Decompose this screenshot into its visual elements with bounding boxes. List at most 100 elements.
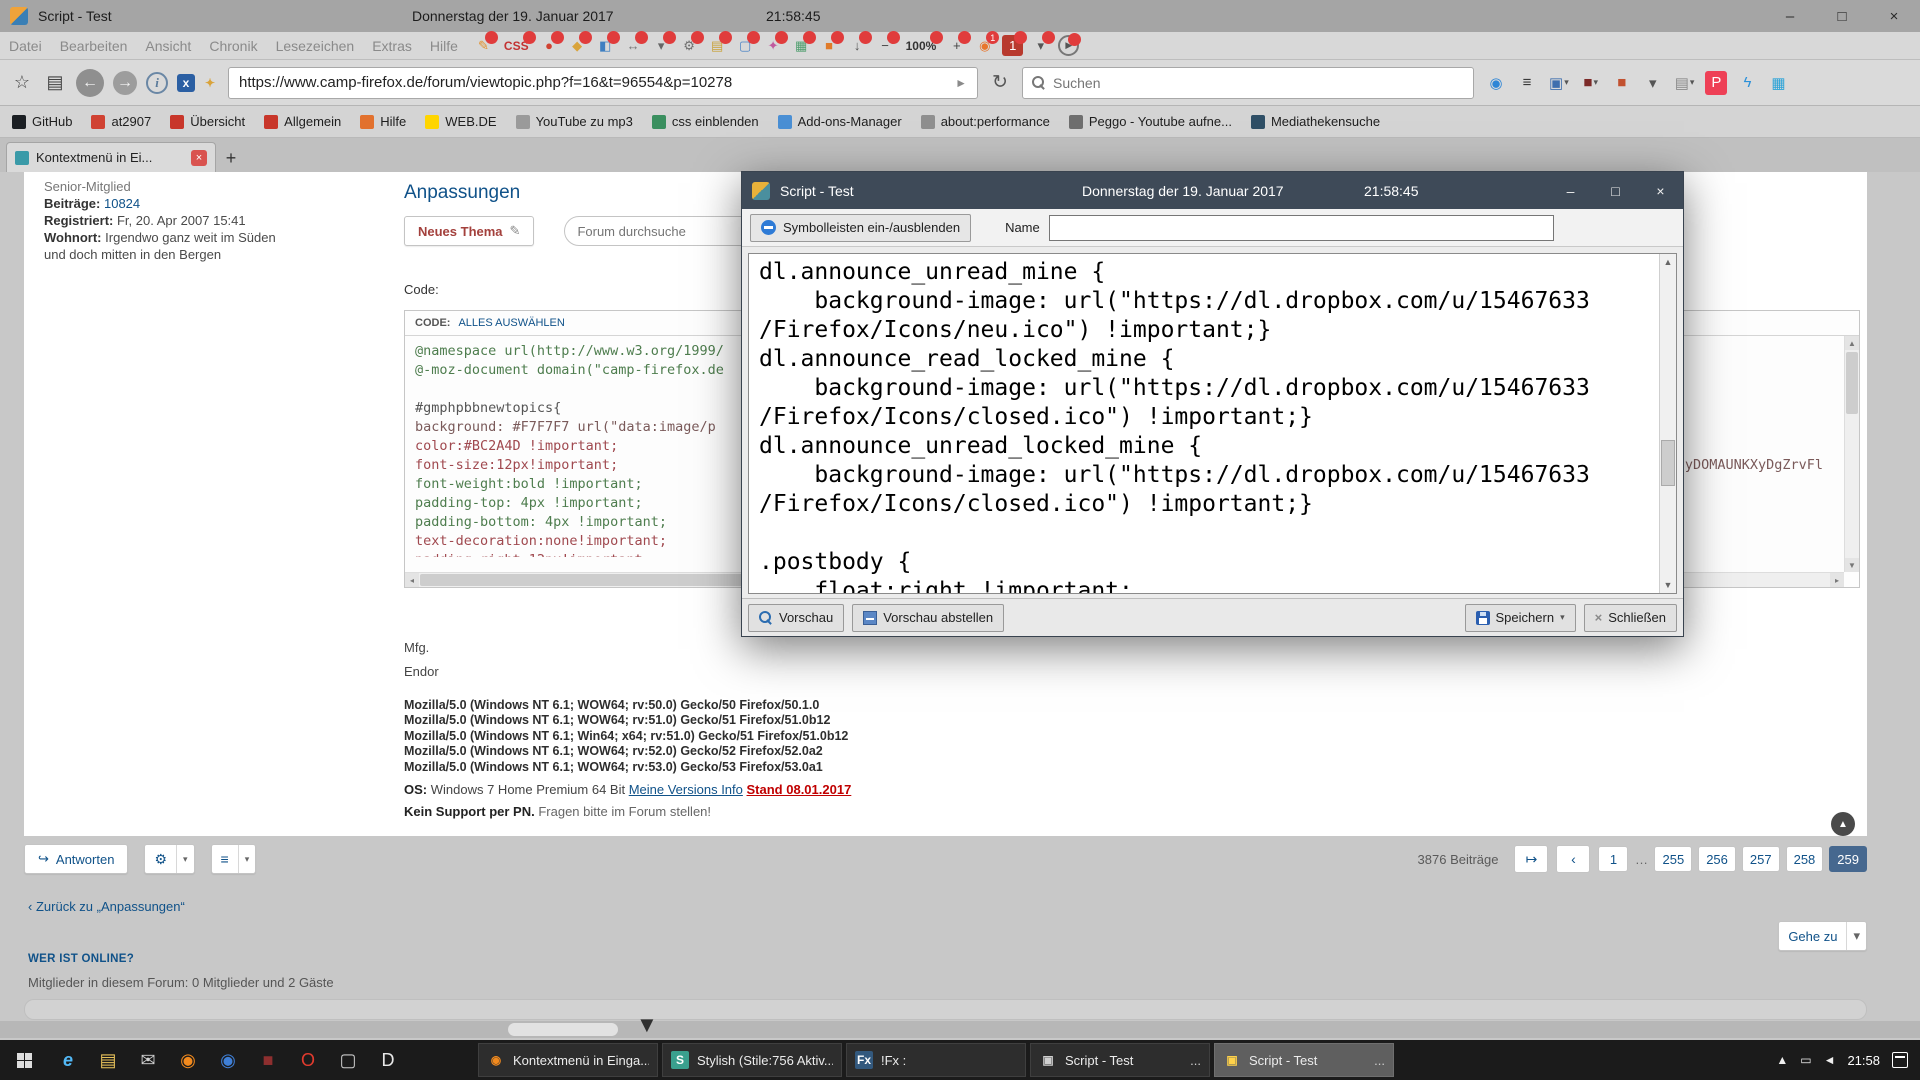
- taskbar-explorer-icon[interactable]: ▤: [88, 1040, 128, 1080]
- editor-scrollbar[interactable]: ▲ ▼: [1659, 254, 1676, 593]
- taskbar-thunderbird-icon[interactable]: ◉: [208, 1040, 248, 1080]
- taskbar-media-icon[interactable]: ■: [248, 1040, 288, 1080]
- extension-x-icon[interactable]: x: [177, 74, 195, 92]
- reply-button[interactable]: ↪ Antworten: [24, 844, 128, 874]
- task-fx[interactable]: Fx !Fx :: [846, 1043, 1026, 1077]
- menu-item[interactable]: Hilfe: [421, 38, 467, 54]
- editor-scroll-down-icon[interactable]: ▼: [1660, 577, 1676, 593]
- toggle-toolbars-button[interactable]: Symbolleisten ein-/ausblenden: [750, 214, 971, 242]
- taskbar-opera-icon[interactable]: O: [288, 1040, 328, 1080]
- page-button[interactable]: 1: [1598, 846, 1628, 872]
- bookmark-item[interactable]: Mediathekensuche: [1251, 114, 1380, 129]
- tray-volume-icon[interactable]: ◄: [1824, 1053, 1836, 1067]
- menu-item[interactable]: Datei: [0, 38, 51, 54]
- clipboard-icon[interactable]: ▤▾: [1673, 71, 1697, 95]
- palette-icon[interactable]: ✦: [763, 35, 784, 56]
- bookmark-item[interactable]: Add-ons-Manager: [778, 114, 902, 129]
- tab-close-icon[interactable]: ×: [191, 150, 207, 166]
- taskbar-firefox-icon[interactable]: ◉: [168, 1040, 208, 1080]
- browser-horizontal-scrollbar[interactable]: [0, 1021, 1920, 1038]
- scroll-left-icon[interactable]: ◂: [405, 573, 419, 587]
- grid-app-icon[interactable]: ▦: [1767, 71, 1789, 95]
- bookmark-item[interactable]: Hilfe: [360, 114, 406, 129]
- new-tab-button[interactable]: +: [216, 144, 246, 172]
- editor-code[interactable]: dl.announce_unread_mine { background-ima…: [749, 256, 1659, 594]
- preview-off-button[interactable]: Vorschau abstellen: [852, 604, 1004, 632]
- minimize-button[interactable]: –: [1764, 0, 1816, 32]
- scroll-up-icon[interactable]: ▲: [1845, 336, 1859, 350]
- menu-item[interactable]: Bearbeiten: [51, 38, 137, 54]
- shield-caret-icon[interactable]: ▾: [1030, 35, 1051, 56]
- close-dialog-button[interactable]: × Schließen: [1584, 604, 1677, 632]
- who-is-online-header[interactable]: WER IST ONLINE?: [28, 953, 134, 965]
- scroll-down-icon[interactable]: ▼: [1845, 558, 1859, 572]
- style-name-input[interactable]: [1049, 215, 1554, 241]
- reload-button[interactable]: ↻: [987, 71, 1013, 94]
- tray-expand-icon[interactable]: ▲: [1776, 1053, 1788, 1067]
- grid-table-icon[interactable]: ▦: [791, 35, 812, 56]
- editor-scroll-up-icon[interactable]: ▲: [1660, 254, 1676, 270]
- goto-caret-icon[interactable]: ▾: [1846, 922, 1866, 950]
- goto-button[interactable]: Gehe zu ▾: [1778, 921, 1867, 951]
- taskbar-mail-icon[interactable]: ✉: [128, 1040, 168, 1080]
- code-vscroll-thumb[interactable]: [1846, 352, 1858, 414]
- session-manager-icon[interactable]: ▣▾: [1547, 71, 1571, 95]
- edit-style-pencil-icon[interactable]: ✎: [473, 35, 494, 56]
- hamburger-menu-icon[interactable]: ≡: [1516, 71, 1538, 95]
- page-button[interactable]: 255: [1654, 846, 1692, 872]
- search-bar[interactable]: [1022, 67, 1474, 99]
- settings-gear-icon[interactable]: ⚙: [679, 35, 700, 56]
- sort-button[interactable]: ≡ ▾: [211, 844, 257, 874]
- search-input[interactable]: [1053, 75, 1464, 91]
- css-code-editor[interactable]: dl.announce_unread_mine { background-ima…: [748, 253, 1677, 594]
- jump-to-page-button[interactable]: ↦: [1514, 845, 1548, 873]
- menu-item[interactable]: Chronik: [200, 38, 266, 54]
- css-toggle-button[interactable]: CSS: [501, 35, 532, 56]
- sync-globe-icon[interactable]: ◉: [1485, 71, 1507, 95]
- overflow-caret-icon[interactable]: ▾: [1642, 71, 1664, 95]
- action-center-icon[interactable]: [1892, 1052, 1908, 1068]
- back-to-forum-link[interactable]: Zurück zu „Anpassungen“: [36, 899, 185, 914]
- code-vertical-scrollbar[interactable]: ▲ ▼: [1844, 336, 1859, 572]
- previous-page-button[interactable]: ‹: [1556, 845, 1590, 873]
- bookmark-item[interactable]: Allgemein: [264, 114, 341, 129]
- dialog-titlebar[interactable]: Script - Test Donnerstag der 19. Januar …: [742, 172, 1683, 209]
- key-icon[interactable]: ◆: [567, 35, 588, 56]
- shield-icon[interactable]: 1: [1002, 35, 1023, 56]
- close-button[interactable]: ×: [1868, 0, 1920, 32]
- bookmark-star-icon[interactable]: ☆: [10, 72, 34, 93]
- url-bar[interactable]: ►: [228, 67, 978, 99]
- zoom-level[interactable]: 100%: [903, 35, 940, 56]
- window-titlebar[interactable]: Script - Test Donnerstag der 19. Januar …: [0, 0, 1920, 32]
- page-button[interactable]: 259: [1829, 846, 1867, 872]
- dialog-close-button[interactable]: ×: [1638, 172, 1683, 209]
- start-button[interactable]: [0, 1040, 48, 1080]
- play-circle-icon[interactable]: ▶: [1058, 35, 1079, 56]
- bookmark-item[interactable]: css einblenden: [652, 114, 759, 129]
- tray-clock[interactable]: 21:58: [1847, 1053, 1880, 1068]
- sort-icon[interactable]: ≡: [212, 845, 238, 873]
- bookmark-item[interactable]: at2907: [91, 114, 151, 129]
- forward-button[interactable]: →: [113, 71, 137, 95]
- wrench-icon[interactable]: ⚙: [145, 845, 176, 873]
- taskbar-notes-icon[interactable]: ▢: [328, 1040, 368, 1080]
- page-button[interactable]: 258: [1786, 846, 1824, 872]
- menu-item[interactable]: Extras: [363, 38, 421, 54]
- window-icon[interactable]: ▢: [735, 35, 756, 56]
- menu-item[interactable]: Lesezeichen: [267, 38, 364, 54]
- preview-button[interactable]: Vorschau: [748, 604, 844, 632]
- reading-list-icon[interactable]: ▤: [43, 72, 67, 93]
- select-all-link[interactable]: ALLES AUSWÄHLEN: [458, 317, 564, 329]
- share-icon[interactable]: ►: [955, 76, 967, 90]
- page-info-icon[interactable]: i: [146, 72, 168, 94]
- extension-key-icon[interactable]: ✦: [201, 74, 219, 92]
- dialog-minimize-button[interactable]: –: [1548, 172, 1593, 209]
- scroll-right-icon[interactable]: ▸: [1830, 573, 1844, 587]
- dropdown-caret-icon[interactable]: ▾: [651, 35, 672, 56]
- hscroll-thumb[interactable]: [508, 1023, 618, 1036]
- download-helper-icon[interactable]: ■: [1611, 71, 1633, 95]
- posts-count-link[interactable]: 10824: [104, 196, 140, 211]
- page-button[interactable]: 256: [1698, 846, 1736, 872]
- forum-section-title[interactable]: Anpassungen: [404, 182, 520, 204]
- zoom-in-button[interactable]: +: [946, 35, 967, 56]
